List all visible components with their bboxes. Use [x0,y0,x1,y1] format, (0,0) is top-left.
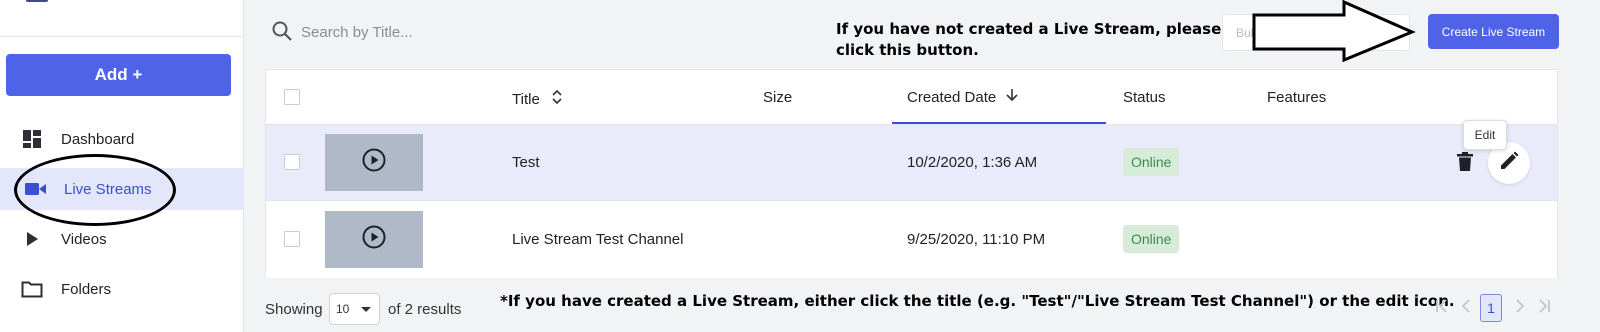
video-thumbnail[interactable] [325,211,423,268]
arrow-down-icon [1006,88,1018,106]
add-button[interactable]: Add + [6,54,231,96]
active-sort-indicator [892,122,1106,124]
column-header-features[interactable]: Features [1267,89,1326,106]
last-page-icon[interactable] [1536,298,1552,318]
sidebar-item-dashboard[interactable]: Dashboard [0,118,244,160]
pencil-icon [1499,151,1519,176]
rows-per-page-value: 10 [336,302,350,316]
sidebar: Add + Dashboard Live Streams Videos Fold… [0,0,244,332]
top-bar: If you have not created a Live Stream, p… [245,0,1600,68]
sidebar-item-label: Folders [61,280,112,298]
search-icon[interactable] [271,20,293,47]
live-streams-table: Title Size Created Date Status Features [265,69,1558,278]
sidebar-divider [0,36,244,37]
row-created-date: 9/25/2020, 11:10 PM [907,231,1046,248]
next-page-icon[interactable] [1514,298,1526,318]
create-instruction-note: If you have not created a Live Stream, p… [836,20,1222,59]
play-circle-icon [361,224,387,255]
column-header-status[interactable]: Status [1123,89,1166,106]
annotation-oval [14,154,176,226]
sort-both-icon [552,89,562,109]
row-checkbox[interactable] [284,231,300,247]
rows-per-page-select[interactable]: 10 [329,293,380,325]
logo[interactable] [26,0,48,2]
select-all-checkbox[interactable] [284,89,300,105]
first-page-icon[interactable] [1434,298,1450,318]
status-badge: Online [1123,225,1180,253]
row-created-date: 10/2/2020, 1:36 AM [907,154,1038,171]
annotation-arrow [1252,0,1416,63]
showing-label: Showing [265,301,323,318]
current-page-button[interactable]: 1 [1480,294,1502,322]
previous-page-icon[interactable] [1460,298,1472,318]
sidebar-item-label: Videos [61,230,107,248]
column-label: Created Date [907,88,997,106]
status-badge: Online [1123,148,1180,176]
row-checkbox[interactable] [284,154,300,170]
edit-tooltip: Edit [1463,120,1507,150]
results-count: of 2 results [388,301,462,318]
play-triangle-icon [20,227,44,251]
column-label: Size [763,89,793,106]
edit-instruction-note: *If you have created a Live Stream, eith… [500,292,1455,310]
caret-down-icon [361,307,371,312]
sidebar-item-label: Dashboard [61,130,135,148]
column-header-title[interactable]: Title [512,89,562,109]
column-label: Title [512,90,540,108]
delete-icon[interactable] [1457,152,1473,177]
video-thumbnail[interactable] [325,134,423,191]
sidebar-item-folders[interactable]: Folders [0,268,244,310]
folder-icon [20,277,44,301]
table-row[interactable]: Live Stream Test Channel 9/25/2020, 11:1… [266,202,1557,278]
column-header-size[interactable]: Size [763,89,792,106]
sidebar-item-videos[interactable]: Videos [0,218,244,260]
row-title-link[interactable]: Test [512,154,540,171]
row-title-link[interactable]: Live Stream Test Channel [512,231,683,248]
table-header: Title Size Created Date Status Features [266,70,1557,125]
table-row[interactable]: Test 10/2/2020, 1:36 AM Online [266,125,1557,201]
column-header-created-date[interactable]: Created Date [907,88,1018,106]
dashboard-icon [20,127,44,151]
column-label: Status [1123,89,1166,106]
create-live-stream-button[interactable]: Create Live Stream [1428,14,1559,49]
column-label: Features [1267,89,1327,106]
table-footer: Showing 10 of 2 results *If you have cre… [265,292,1600,326]
search-input[interactable] [301,18,681,46]
play-circle-icon [361,147,387,178]
